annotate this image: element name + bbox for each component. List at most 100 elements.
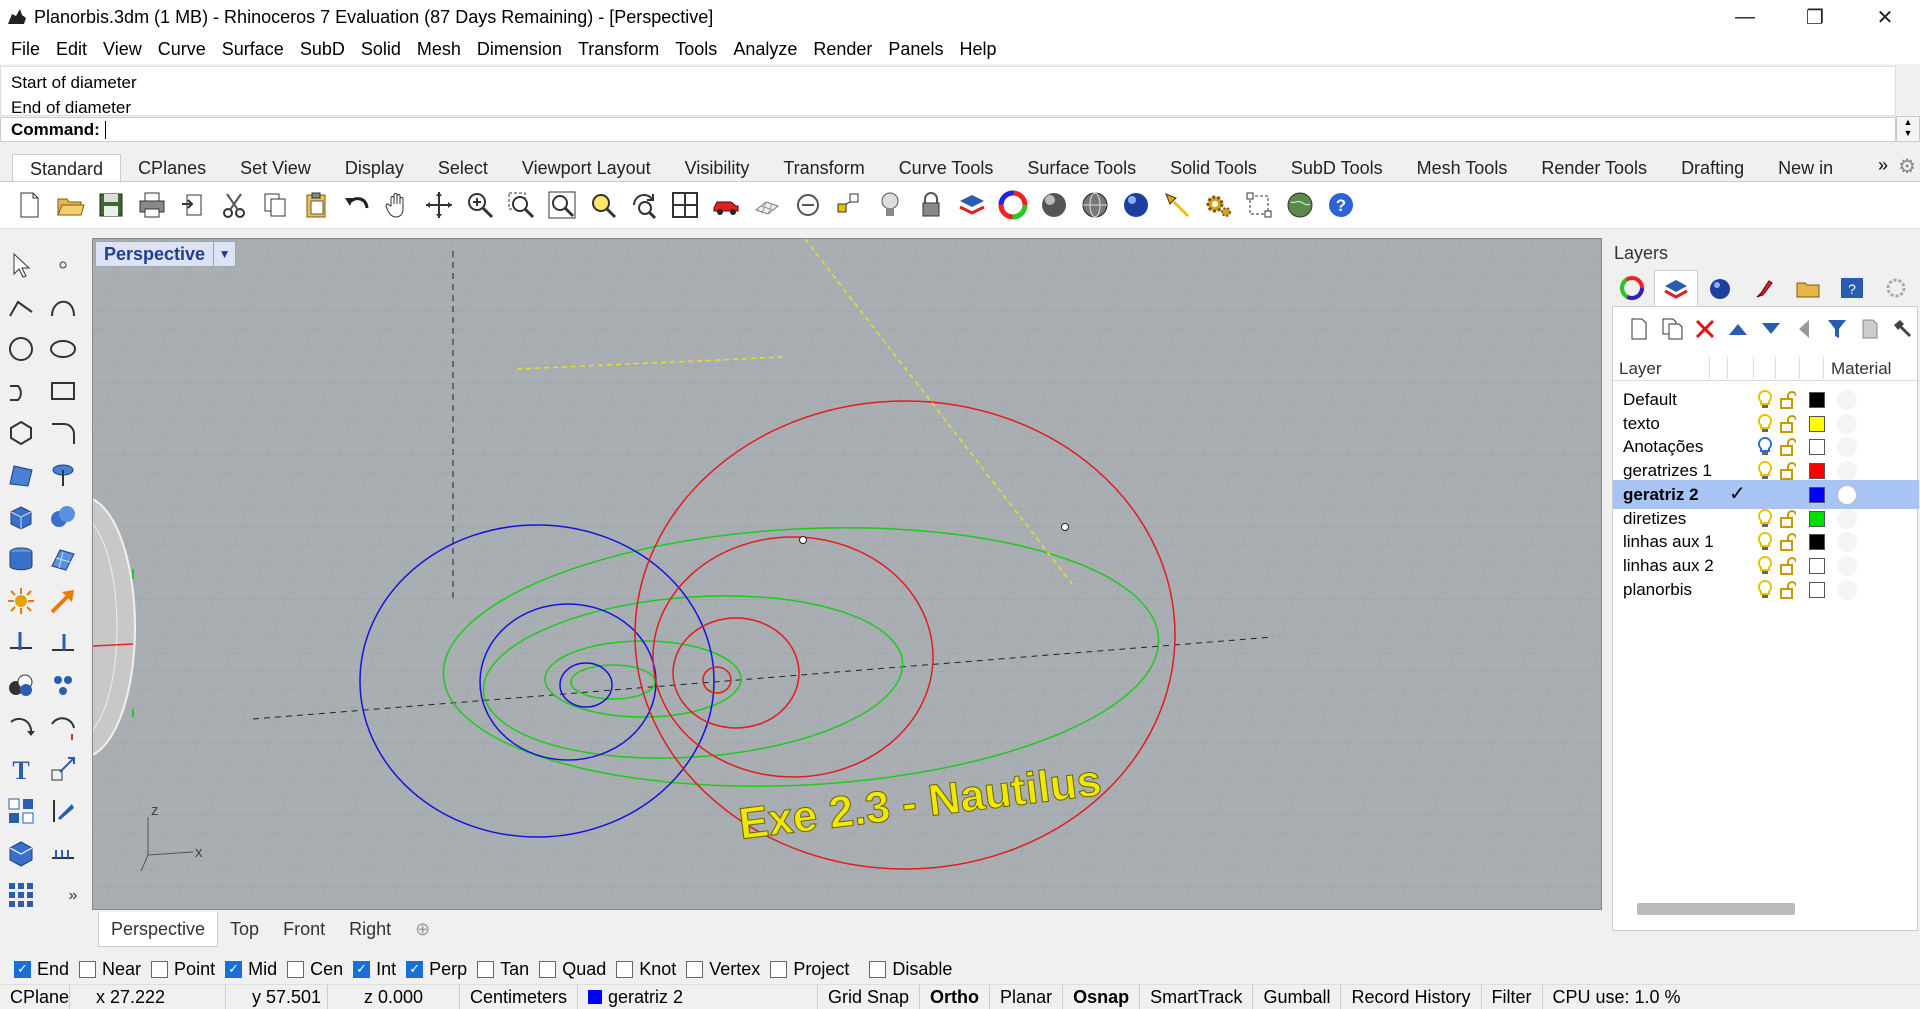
materials-tab-icon[interactable] [1742,270,1786,306]
sphere-wire-icon[interactable] [1078,188,1112,222]
osnap-perp[interactable]: ✓ Perp [406,959,467,980]
grid-icon[interactable] [750,188,784,222]
layer-name[interactable]: Anotações [1623,437,1703,457]
point-icon[interactable] [46,248,80,282]
layer-name[interactable]: geratriz 2 [1623,485,1699,505]
layer-visible-bulb-icon[interactable] [1757,555,1773,576]
paste-icon[interactable] [299,188,333,222]
scale-icon[interactable] [46,752,80,786]
status-planar[interactable]: Planar [990,984,1064,1009]
panel-settings-gear-icon[interactable] [1874,270,1918,306]
new-layer-icon[interactable] [1625,315,1653,343]
sphere-render-icon[interactable] [1119,188,1153,222]
menu-mesh[interactable]: Mesh [409,34,469,64]
layer-name[interactable]: planorbis [1623,580,1692,600]
osnap-mid[interactable]: ✓ Mid [225,959,277,980]
boolean-union-icon[interactable] [46,500,80,534]
layer-name[interactable]: diretizes [1623,509,1686,529]
polyline-icon[interactable] [4,290,38,324]
move-layer-up-icon[interactable] [1724,315,1752,343]
osnap-tan[interactable]: Tan [477,959,529,980]
more-tools-grid-icon[interactable] [4,878,38,912]
rotate-camera-icon[interactable] [627,188,661,222]
delete-layer-icon[interactable] [1691,315,1719,343]
osnap-checkbox[interactable] [287,960,305,978]
osnap-checkbox[interactable]: ✓ [14,960,31,978]
status-osnap[interactable]: Osnap [1063,984,1141,1009]
layer-name[interactable]: linhas aux 2 [1623,556,1714,576]
filter-layers-icon[interactable] [1823,315,1851,343]
revolve-icon[interactable] [46,458,80,492]
layer-visible-bulb-icon[interactable] [1757,508,1773,529]
menu-render[interactable]: Render [805,34,880,64]
select-arrow-icon[interactable] [4,248,38,282]
tab-surface-tools[interactable]: Surface Tools [1010,154,1153,182]
mesh-icon[interactable] [46,542,80,576]
menu-help[interactable]: Help [951,34,1004,64]
text-icon[interactable]: T [4,752,38,786]
move-icon[interactable] [46,584,80,618]
menu-file[interactable]: File [3,34,48,64]
layers-horizontal-scrollbar[interactable] [1637,903,1795,915]
tab-display[interactable]: Display [328,154,421,182]
layer-color-swatch[interactable] [1809,392,1825,408]
viewport-title[interactable]: Perspective ▼ [95,241,237,267]
tab-transform[interactable]: Transform [766,154,881,182]
print-icon[interactable] [135,188,169,222]
zoom-icon[interactable] [463,188,497,222]
osnap-near[interactable]: Near [79,959,141,980]
status-filter[interactable]: Filter [1482,984,1543,1009]
import-icon[interactable] [176,188,210,222]
status-current-layer[interactable]: geratriz 2 [578,984,818,1009]
layer-row[interactable]: planorbis [1613,575,1919,604]
tab-curve-tools[interactable]: Curve Tools [882,154,1011,182]
osnap-knot[interactable]: Knot [616,959,676,980]
viewport-name[interactable]: Perspective [96,244,213,265]
layer-unlocked-icon[interactable] [1780,438,1796,457]
ellipse-icon[interactable] [46,332,80,366]
layer-states-icon[interactable] [1856,315,1884,343]
menu-view[interactable]: View [95,34,150,64]
perspective-viewport[interactable]: Exe 2.3 - Nautilus z x Perspective ▼ [92,238,1602,910]
block-icon[interactable] [4,794,38,828]
zoom-extents-icon[interactable] [545,188,579,222]
close-button[interactable]: ✕ [1850,0,1920,34]
box-icon[interactable] [4,500,38,534]
osnap-quad[interactable]: Quad [539,959,606,980]
menu-curve[interactable]: Curve [150,34,214,64]
osnap-disable[interactable]: Disable [869,959,952,980]
gear-icon[interactable] [1201,188,1235,222]
tab-subd-tools[interactable]: SubD Tools [1274,154,1400,182]
curve-icon[interactable] [46,290,80,324]
layer-column-header[interactable]: Layer [1619,359,1662,379]
osnap-cen[interactable]: Cen [287,959,343,980]
tab-drafting[interactable]: Drafting [1664,154,1761,182]
osnap-checkbox[interactable] [869,960,887,978]
mirror-icon[interactable] [46,794,80,828]
four-views-icon[interactable] [668,188,702,222]
arc-icon[interactable] [4,374,38,408]
viewport-tab-top[interactable]: Top [218,912,271,946]
libraries-tab-icon[interactable] [1786,270,1830,306]
layer-visible-bulb-icon[interactable] [1757,532,1773,552]
layer-color-swatch[interactable] [1809,581,1825,598]
minimize-button[interactable]: — [1710,0,1780,34]
dimension-icon[interactable] [1242,188,1276,222]
layer-tools-hammer-icon[interactable] [1889,315,1917,343]
layer-color-swatch[interactable] [1809,463,1825,480]
pan-icon[interactable] [381,188,415,222]
save-icon[interactable] [94,188,128,222]
open-icon[interactable] [53,188,87,222]
circle-icon[interactable] [4,332,38,366]
status-cplane[interactable]: CPlane [0,984,70,1009]
osnap-checkbox[interactable] [616,960,634,978]
osnap-checkbox[interactable]: ✓ [353,960,371,978]
restore-button[interactable]: ❐ [1780,0,1850,34]
layer-name[interactable]: linhas aux 1 [1623,532,1714,552]
osnap-vertex[interactable]: Vertex [686,959,760,980]
osnap-int[interactable]: ✓ Int [353,959,396,980]
viewport-menu-arrow-icon[interactable]: ▼ [213,242,235,266]
layer-color-swatch[interactable] [1809,534,1825,551]
render-tab-icon[interactable] [1698,270,1742,306]
status-units[interactable]: Centimeters [460,984,578,1009]
